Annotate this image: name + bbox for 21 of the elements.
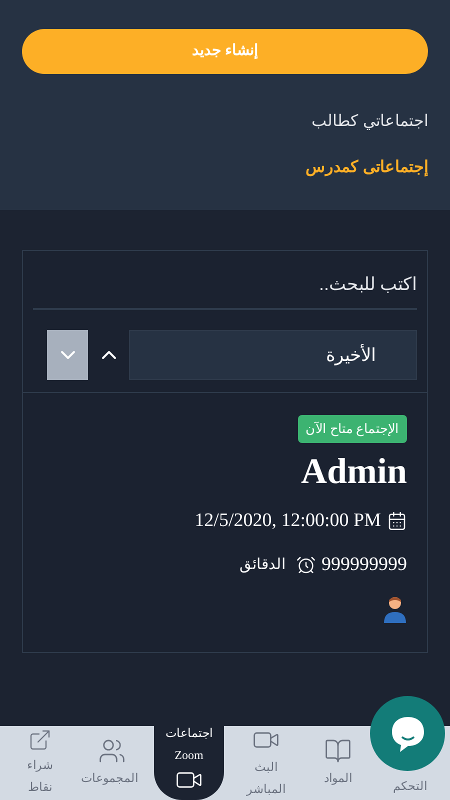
alarm-clock-icon — [296, 555, 316, 576]
nav-tab[interactable]: المواد — [302, 726, 374, 800]
external-link-icon — [28, 728, 52, 752]
nav-tab[interactable]: البث المباشر — [230, 726, 302, 800]
calendar-icon — [387, 510, 407, 531]
chat-bubble-icon — [390, 714, 426, 752]
duration-unit: الدقائق — [240, 556, 286, 575]
duration-value: 999999999 — [322, 553, 407, 577]
menu-link[interactable]: اجتماعاتي كطالب — [312, 110, 428, 134]
users-icon — [98, 737, 126, 765]
host-name: Admin — [300, 452, 407, 488]
nav-tab[interactable]: المجموعات — [76, 726, 148, 800]
menu-link[interactable]: إجتماعاتى كمدرس — [306, 156, 428, 180]
create-new-button[interactable]: إنشاء جديد — [22, 29, 428, 74]
sort-select[interactable]: الأخيرة — [129, 330, 417, 380]
nav-tab[interactable]: التحكم — [393, 776, 427, 796]
meeting-date: 12/5/2020, 12:00:00 PM — [194, 508, 381, 532]
nav-tab[interactable]: شراء نقاط — [4, 726, 76, 800]
search-field[interactable]: اكتب للبحث.. — [33, 271, 417, 310]
book-icon — [324, 737, 352, 765]
status-badge: الإجتماع متاح الآن — [298, 415, 407, 442]
